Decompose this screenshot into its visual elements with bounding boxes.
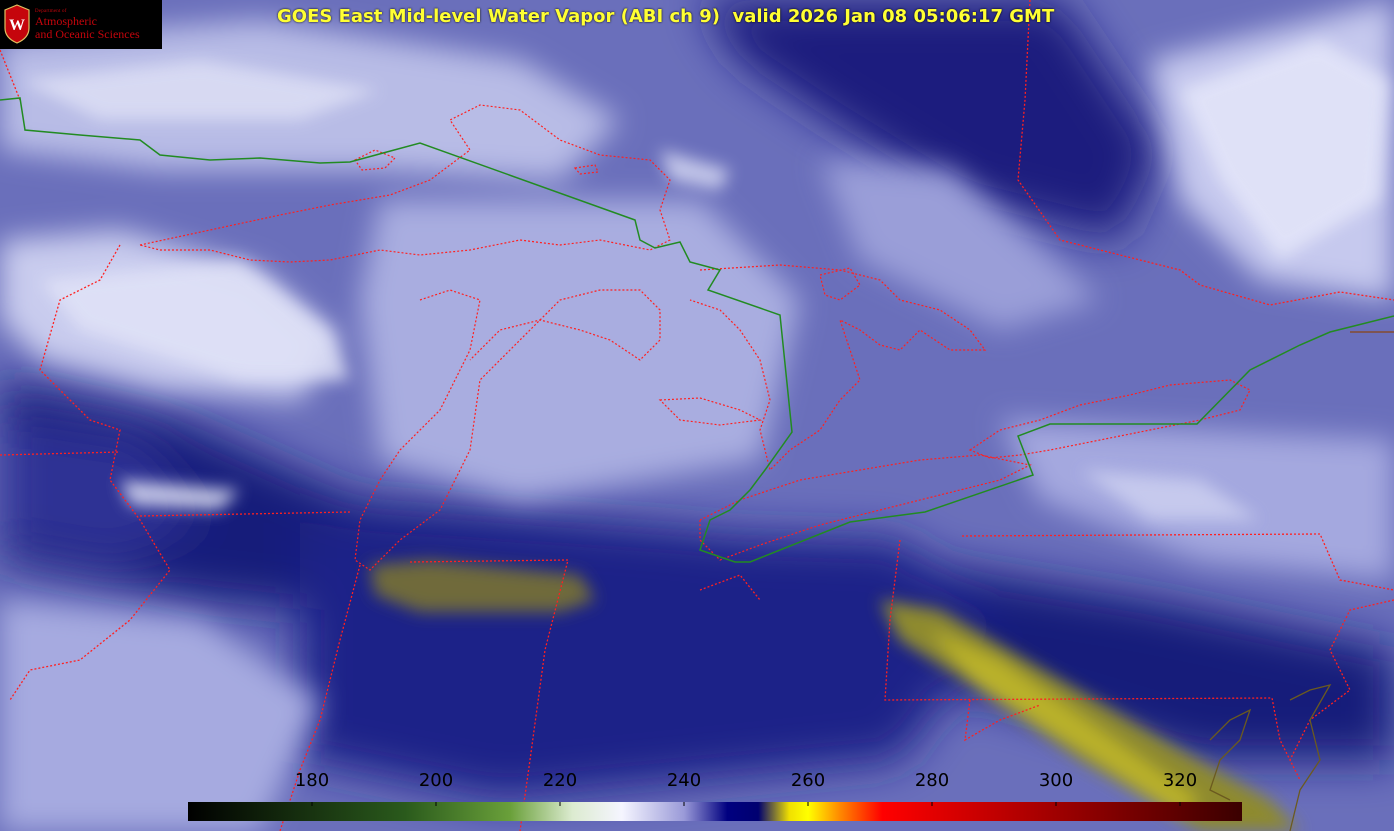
image-title: GOES East Mid-level Water Vapor (ABI ch … [277, 6, 1055, 27]
uw-aos-logo: W Department of Atmospheric and Oceanic … [0, 0, 162, 49]
colorbar-tick-label: 280 [914, 770, 950, 791]
colorbar-tick-label: 300 [1038, 770, 1074, 791]
colorbar-tick-label: 240 [666, 770, 702, 791]
colorbar-tick-label: 180 [294, 770, 330, 791]
uw-crest-icon: W [4, 4, 30, 44]
colorbar-tick-label: 200 [418, 770, 454, 791]
water-vapor-image [0, 0, 1394, 831]
logo-name-line2: and Oceanic Sciences [35, 27, 140, 41]
crest-letter: W [9, 17, 25, 34]
colorbar-tick-label: 220 [542, 770, 578, 791]
satellite-map: W Department of Atmospheric and Oceanic … [0, 0, 1394, 831]
colorbar [188, 802, 1242, 821]
colorbar-tick-label: 260 [790, 770, 826, 791]
colorbar-tick-label: 320 [1162, 770, 1198, 791]
colorbar-fill [188, 802, 1242, 821]
